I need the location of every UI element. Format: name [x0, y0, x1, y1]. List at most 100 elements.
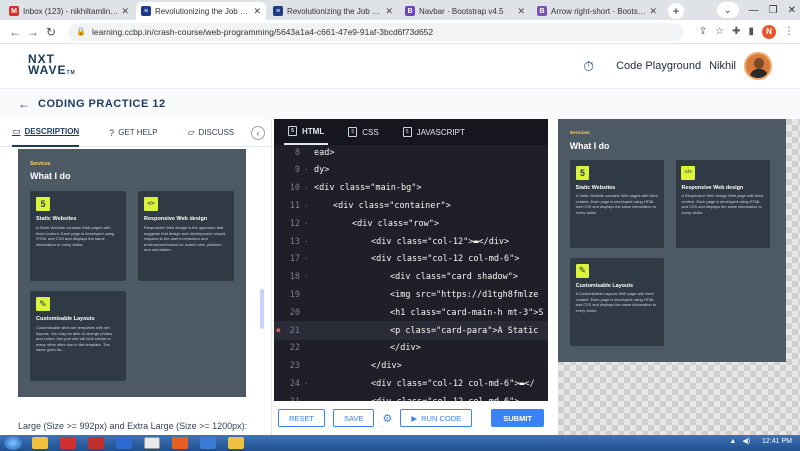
forward-icon[interactable]: → — [24, 25, 42, 39]
code-line[interactable]: 13- <div class="col-12">▬</div> — [274, 232, 548, 251]
code-line[interactable]: 24- <div class="col-12 col-md-6">▬</ — [274, 374, 548, 393]
fold-icon[interactable]: - — [304, 166, 312, 174]
fold-icon[interactable]: - — [304, 184, 312, 192]
avatar[interactable] — [744, 52, 772, 80]
start-button[interactable] — [4, 436, 22, 450]
network-icon[interactable]: ▲ — [729, 438, 736, 445]
card-paragraph: A Static Website contains Web pages with… — [36, 225, 115, 247]
tab-title: Revolutionizing the Job Marke — [155, 6, 251, 16]
code-line[interactable]: 8 ead> — [274, 145, 548, 162]
firefox-icon[interactable] — [172, 437, 188, 449]
code-line[interactable]: 22 </div> — [274, 339, 548, 358]
app-icon-red[interactable] — [60, 437, 76, 449]
code-line[interactable]: 18- <div class="card shadow"> — [274, 268, 548, 287]
browser-tab[interactable]: ≡ Revolutionizing the Job Marke✕ — [136, 2, 266, 20]
tab-description[interactable]: ▭ DESCRIPTION — [12, 119, 80, 147]
pane-divider[interactable] — [548, 119, 558, 435]
folder-icon[interactable] — [228, 437, 244, 449]
close-icon[interactable]: ✕ — [121, 6, 129, 17]
panel-scrollbar[interactable] — [260, 289, 264, 329]
explorer-icon[interactable] — [32, 437, 48, 449]
clock[interactable]: 12:41 PM — [762, 438, 792, 445]
preview-card: </> Responsive Web design A Responsive Web… — [675, 160, 770, 249]
code-line[interactable]: 10- <div class="main-bg"> — [274, 179, 548, 198]
bootstrap-icon: B — [537, 6, 547, 16]
code-window-icon: </> — [681, 166, 696, 180]
fold-icon[interactable]: - — [304, 202, 312, 210]
close-icon[interactable]: ✕ — [517, 6, 525, 17]
chrome-icon[interactable] — [144, 437, 160, 449]
share-icon[interactable]: ⇪ — [699, 26, 707, 37]
acrobat-icon[interactable] — [88, 437, 104, 449]
card-title: Responsive Web design — [144, 216, 208, 222]
extensions-icon[interactable]: ✚ — [732, 26, 740, 37]
menu-dots-icon[interactable]: ⋮ — [784, 26, 794, 37]
code-line[interactable]: 19 <img src="https://d1tgh8fmlze — [274, 285, 548, 304]
code-area[interactable]: 8 ead> 9- dy> 10- <div class="main-bg"> 11- <di… — [274, 145, 548, 401]
logo-tm: TM — [66, 69, 76, 76]
close-icon[interactable]: ✕ — [385, 6, 393, 17]
code-playground-link[interactable]: Code Playground — [616, 60, 701, 72]
run-code-button[interactable]: ▶ RUN CODE — [400, 409, 473, 427]
submit-button[interactable]: SUBMIT — [491, 409, 544, 427]
code-text: </div> — [371, 361, 402, 372]
fold-icon[interactable]: - — [304, 273, 312, 281]
close-icon[interactable]: ✕ — [649, 6, 657, 17]
browser-tab[interactable]: B Arrow right-short · Bootstrap ✕ — [532, 2, 662, 20]
bookmark-star-icon[interactable]: ☆ — [715, 26, 724, 37]
fold-icon[interactable]: - — [304, 380, 312, 388]
code-line[interactable]: 12- <div class="row"> — [274, 214, 548, 233]
tab-get-help[interactable]: ? GET HELP — [109, 119, 157, 147]
tab-javascript[interactable]: 5 JAVASCRIPT — [399, 119, 469, 145]
code-line[interactable]: 17- <div class="col-12 col-md-6"> — [274, 250, 548, 269]
minimize-icon[interactable]: — — [749, 5, 759, 16]
fold-icon[interactable]: - — [304, 255, 312, 263]
collapse-panel-button[interactable]: ‹ — [251, 126, 265, 140]
user-name[interactable]: Nikhil — [709, 60, 736, 72]
error-icon[interactable]: ✖ — [276, 326, 281, 335]
reload-icon[interactable]: ↻ — [42, 25, 60, 39]
ie-icon[interactable] — [200, 437, 216, 449]
gear-icon[interactable]: ⚙ — [382, 412, 392, 425]
address-bar[interactable]: 🔒 learning.ccbp.in/crash-course/web-prog… — [68, 22, 683, 41]
code-line[interactable]: ✖ 21 <p class="card-para">A Static — [274, 321, 548, 340]
back-icon[interactable]: ← — [6, 25, 24, 39]
lock-icon[interactable]: 🔒 — [76, 27, 86, 36]
line-number: 9 — [294, 165, 300, 176]
url-text: learning.ccbp.in/crash-course/web-progra… — [91, 26, 434, 37]
close-icon[interactable]: ✕ — [253, 6, 261, 17]
save-button[interactable]: SAVE — [333, 409, 375, 427]
browser-tab[interactable]: ≡ Revolutionizing the Job Marke✕ — [268, 2, 398, 20]
maximize-icon[interactable]: ❐ — [769, 5, 778, 16]
code-window-icon: </> — [144, 197, 158, 211]
line-number: 18 — [289, 272, 300, 283]
code-line[interactable]: 31-<div class="col-12 col-md-6"> — [274, 392, 548, 401]
tab-discuss[interactable]: ▱ DISCUSS — [188, 119, 234, 147]
browser-tab[interactable]: B Navbar · Bootstrap v4.5 ✕ — [400, 2, 530, 20]
code-line[interactable]: 23 </div> — [274, 357, 548, 376]
word-icon[interactable] — [116, 437, 132, 449]
sidepanel-icon[interactable]: ▮ — [748, 26, 754, 37]
code-line[interactable]: 11- <div class="container"> — [274, 196, 548, 215]
new-tab-button[interactable]: + — [668, 3, 684, 19]
ccbp-icon: ≡ — [141, 6, 151, 16]
code-line[interactable]: 9- dy> — [274, 161, 548, 180]
browser-toolbar: ← → ↻ 🔒 learning.ccbp.in/crash-course/we… — [0, 20, 800, 44]
browser-tab[interactable]: M Inbox (123) - nikhiltamlindia@ ✕ — [4, 2, 134, 20]
volume-icon[interactable]: ◀) — [742, 437, 750, 445]
back-arrow-icon[interactable]: ← — [18, 97, 30, 111]
reset-button[interactable]: RESET — [278, 409, 326, 427]
fold-icon[interactable]: - — [304, 220, 312, 228]
profile-avatar[interactable]: N — [762, 24, 776, 39]
tab-search-icon[interactable]: ⌄ — [716, 2, 739, 18]
preview-card: 5 Static Websites A Static Website contain… — [30, 191, 126, 281]
fold-icon[interactable]: - — [304, 238, 312, 246]
nxtwave-logo[interactable]: NXT WAVETM — [28, 53, 76, 79]
close-window-icon[interactable]: ✕ — [788, 5, 796, 16]
page-title: CODING PRACTICE 12 — [38, 98, 166, 110]
stopwatch-icon[interactable]: ⏱ — [583, 58, 594, 75]
tab-css[interactable]: 5 CSS — [344, 119, 382, 145]
code-line[interactable]: 20 <h1 class="card-main-h mt-3">S — [274, 303, 548, 322]
code-text: <div class="main-bg"> — [314, 183, 422, 194]
tab-html[interactable]: 5 HTML — [284, 119, 329, 145]
